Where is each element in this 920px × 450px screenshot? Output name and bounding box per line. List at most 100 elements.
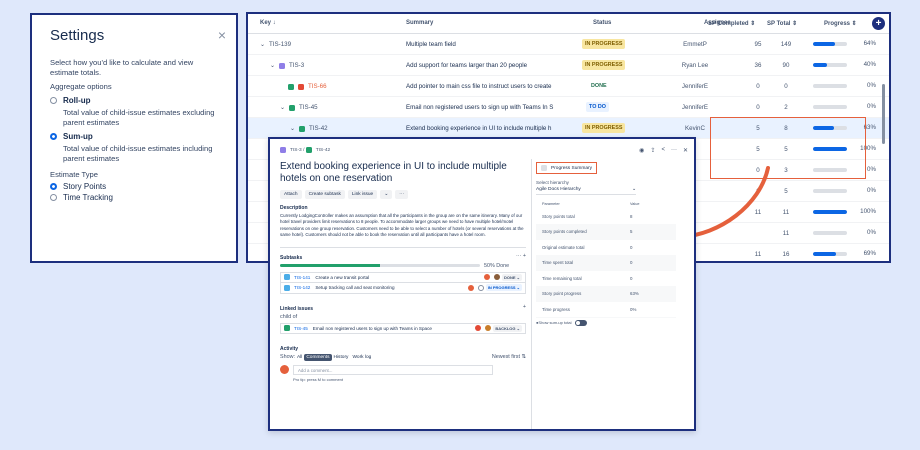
sort-order-button[interactable]: Newest first ⇅ bbox=[492, 354, 526, 360]
close-icon[interactable]: ✕ bbox=[683, 147, 688, 154]
table-row[interactable]: ⌄ TIS-139 Multiple team field IN PROGRESS Em… bbox=[248, 34, 889, 55]
issue-key-text[interactable]: TIS-66 bbox=[308, 83, 327, 90]
subtask-row[interactable]: TIS-142 Setup tracking call and seat mon… bbox=[280, 282, 526, 294]
issue-key-text[interactable]: TIS-3 bbox=[289, 62, 304, 69]
time-tracking-radio[interactable]: Time Tracking bbox=[50, 193, 220, 202]
subtask-icon bbox=[284, 274, 290, 281]
col-key[interactable]: Key ↓ bbox=[260, 20, 276, 26]
tab-work-log[interactable]: Work log bbox=[350, 354, 373, 361]
sumup-radio[interactable]: Sum-up bbox=[50, 132, 220, 141]
col-summary[interactable]: Summary bbox=[406, 20, 433, 26]
subtask-title[interactable]: Create a new transit portal bbox=[315, 275, 369, 280]
issue-summary[interactable]: Add pointer to main css file to instruct… bbox=[406, 83, 568, 90]
parameter-row: Time progress 0% bbox=[536, 302, 676, 318]
chevron-down-icon[interactable]: ⌄ bbox=[290, 125, 295, 132]
chevron-down-icon[interactable]: ⌄ bbox=[280, 104, 285, 111]
tab-history[interactable]: History bbox=[332, 354, 351, 361]
linked-relation: child of bbox=[280, 313, 298, 320]
sumup-label: Sum-up bbox=[63, 132, 93, 141]
rollup-radio[interactable]: Roll-up bbox=[50, 96, 220, 105]
col-sp-completed[interactable]: SP Completed ⇕ bbox=[708, 20, 755, 27]
close-icon[interactable]: × bbox=[218, 27, 226, 43]
description-text[interactable]: Currently LodgingController makes an ass… bbox=[280, 213, 526, 239]
issue-key[interactable]: ⌄ TIS-45 bbox=[280, 104, 318, 111]
subtask-key[interactable]: TIS-142 bbox=[294, 285, 310, 290]
assignee[interactable]: JenniferE bbox=[668, 83, 722, 90]
issue-key-text[interactable]: TIS-45 bbox=[299, 104, 318, 111]
hierarchy-select[interactable]: Agile Docs Hierarchy ⌄ bbox=[536, 185, 636, 195]
add-column-button[interactable]: + bbox=[872, 17, 885, 30]
progress-bar bbox=[813, 189, 847, 193]
story-points-radio[interactable]: Story Points bbox=[50, 182, 220, 191]
sum-up-toggle[interactable]: ● Show sum-up total bbox=[536, 319, 688, 326]
col-status[interactable]: Status bbox=[593, 20, 611, 26]
progress-summary-button[interactable]: Progress Summary bbox=[536, 162, 598, 174]
issue-key-text[interactable]: TIS-42 bbox=[309, 125, 328, 132]
assignee[interactable]: Ryan Lee bbox=[668, 62, 722, 69]
assignee[interactable]: JenniferE bbox=[668, 104, 722, 111]
chevron-down-icon[interactable]: ⌄ bbox=[270, 62, 275, 69]
breadcrumb-parent[interactable]: TIS-3 bbox=[290, 148, 302, 153]
status-dropdown[interactable]: IN PROGRESS ⌄ bbox=[485, 284, 522, 292]
parameter-value: 8 bbox=[630, 213, 633, 219]
table-row[interactable]: TIS-66 Add pointer to main css file to in… bbox=[248, 76, 889, 97]
tab-all[interactable]: All bbox=[295, 354, 304, 361]
status-lozenge[interactable]: IN PROGRESS bbox=[582, 60, 626, 70]
scrollbar[interactable] bbox=[882, 84, 885, 144]
divider bbox=[280, 246, 526, 248]
status-dropdown[interactable]: DONE ⌄ bbox=[501, 273, 522, 281]
issue-summary[interactable]: Email non registered users to sign up wi… bbox=[406, 104, 568, 111]
description-label: Description bbox=[280, 205, 308, 211]
status-lozenge[interactable]: IN PROGRESS bbox=[582, 123, 626, 133]
issue-key[interactable]: ⌄ TIS-42 bbox=[290, 125, 328, 132]
col-progress[interactable]: Progress ⇕ bbox=[824, 20, 857, 27]
more-icon[interactable]: ··· bbox=[671, 147, 677, 154]
table-row[interactable]: ⌄ TIS-45 Email non registered users to sig… bbox=[248, 97, 889, 118]
toggle-switch[interactable] bbox=[574, 319, 587, 326]
chevron-down-icon[interactable]: ⌄ bbox=[260, 41, 265, 48]
status-lozenge[interactable]: DONE bbox=[588, 81, 610, 91]
like-icon[interactable]: ⇪ bbox=[650, 147, 655, 154]
subtask-row[interactable]: TIS-141 Create a new transit portal DONE… bbox=[280, 271, 526, 283]
issue-key-text[interactable]: TIS-139 bbox=[269, 41, 291, 48]
table-row[interactable]: ⌄ TIS-3 Add support for teams larger than … bbox=[248, 55, 889, 76]
create-subtask-button[interactable]: Create subtask bbox=[304, 190, 345, 199]
sumup-description: Total value of child-issue estimates inc… bbox=[63, 144, 213, 163]
subtask-title[interactable]: Setup tracking call and seat monitoring bbox=[315, 285, 394, 290]
subtasks-label: Subtasks bbox=[280, 254, 303, 261]
linked-key[interactable]: TIS-45 bbox=[294, 326, 308, 331]
col-sp-total[interactable]: SP Total ⇕ bbox=[767, 20, 797, 27]
status-lozenge[interactable]: IN PROGRESS bbox=[582, 39, 626, 49]
col-value: Value bbox=[630, 202, 640, 206]
parameter-name: Story point progress bbox=[542, 291, 582, 297]
progress-table: Parameter Value Story points total 8 Story … bbox=[536, 199, 676, 318]
comment-input[interactable]: Add a comment... bbox=[293, 364, 493, 375]
link-dropdown-button[interactable]: ⌄ bbox=[380, 190, 393, 199]
subtasks-tools[interactable]: ··· + bbox=[516, 253, 526, 263]
issue-summary[interactable]: Multiple team field bbox=[406, 41, 568, 48]
issue-summary[interactable]: Add support for teams larger than 20 peo… bbox=[406, 62, 568, 69]
subtask-key[interactable]: TIS-141 bbox=[294, 275, 310, 280]
link-issue-button[interactable]: Link issue bbox=[347, 190, 378, 199]
issue-title[interactable]: Extend booking experience in UI to inclu… bbox=[280, 161, 526, 185]
issue-key[interactable]: TIS-66 bbox=[288, 83, 327, 90]
issue-key[interactable]: ⌄ TIS-3 bbox=[270, 62, 304, 69]
tab-comments[interactable]: Comments bbox=[304, 353, 332, 361]
linked-issue-row[interactable]: TIS-45 Email non registered users to sig… bbox=[280, 322, 526, 334]
linked-title[interactable]: Email non registered users to sign up wi… bbox=[313, 326, 432, 331]
attach-button[interactable]: Attach bbox=[280, 190, 302, 199]
issue-summary[interactable]: Extend booking experience in UI to inclu… bbox=[406, 125, 568, 132]
progress-summary-title: Progress Summary bbox=[551, 165, 593, 171]
assignee[interactable]: EmmetP bbox=[668, 41, 722, 48]
breadcrumb-key[interactable]: TIS-42 bbox=[316, 148, 330, 153]
progress-percent: 100% bbox=[860, 208, 876, 215]
status-dropdown[interactable]: BACKLOG ⌄ bbox=[493, 324, 522, 332]
add-link-button[interactable]: + bbox=[523, 304, 526, 314]
status-lozenge[interactable]: TO DO bbox=[586, 102, 609, 112]
more-button[interactable]: ··· bbox=[395, 190, 409, 199]
share-icon[interactable]: < bbox=[661, 147, 665, 154]
issue-key[interactable]: ⌄ TIS-139 bbox=[260, 41, 291, 48]
progress-bar bbox=[813, 63, 847, 67]
watch-icon[interactable]: ◉ bbox=[639, 147, 644, 154]
parameter-value: 63% bbox=[630, 291, 639, 297]
